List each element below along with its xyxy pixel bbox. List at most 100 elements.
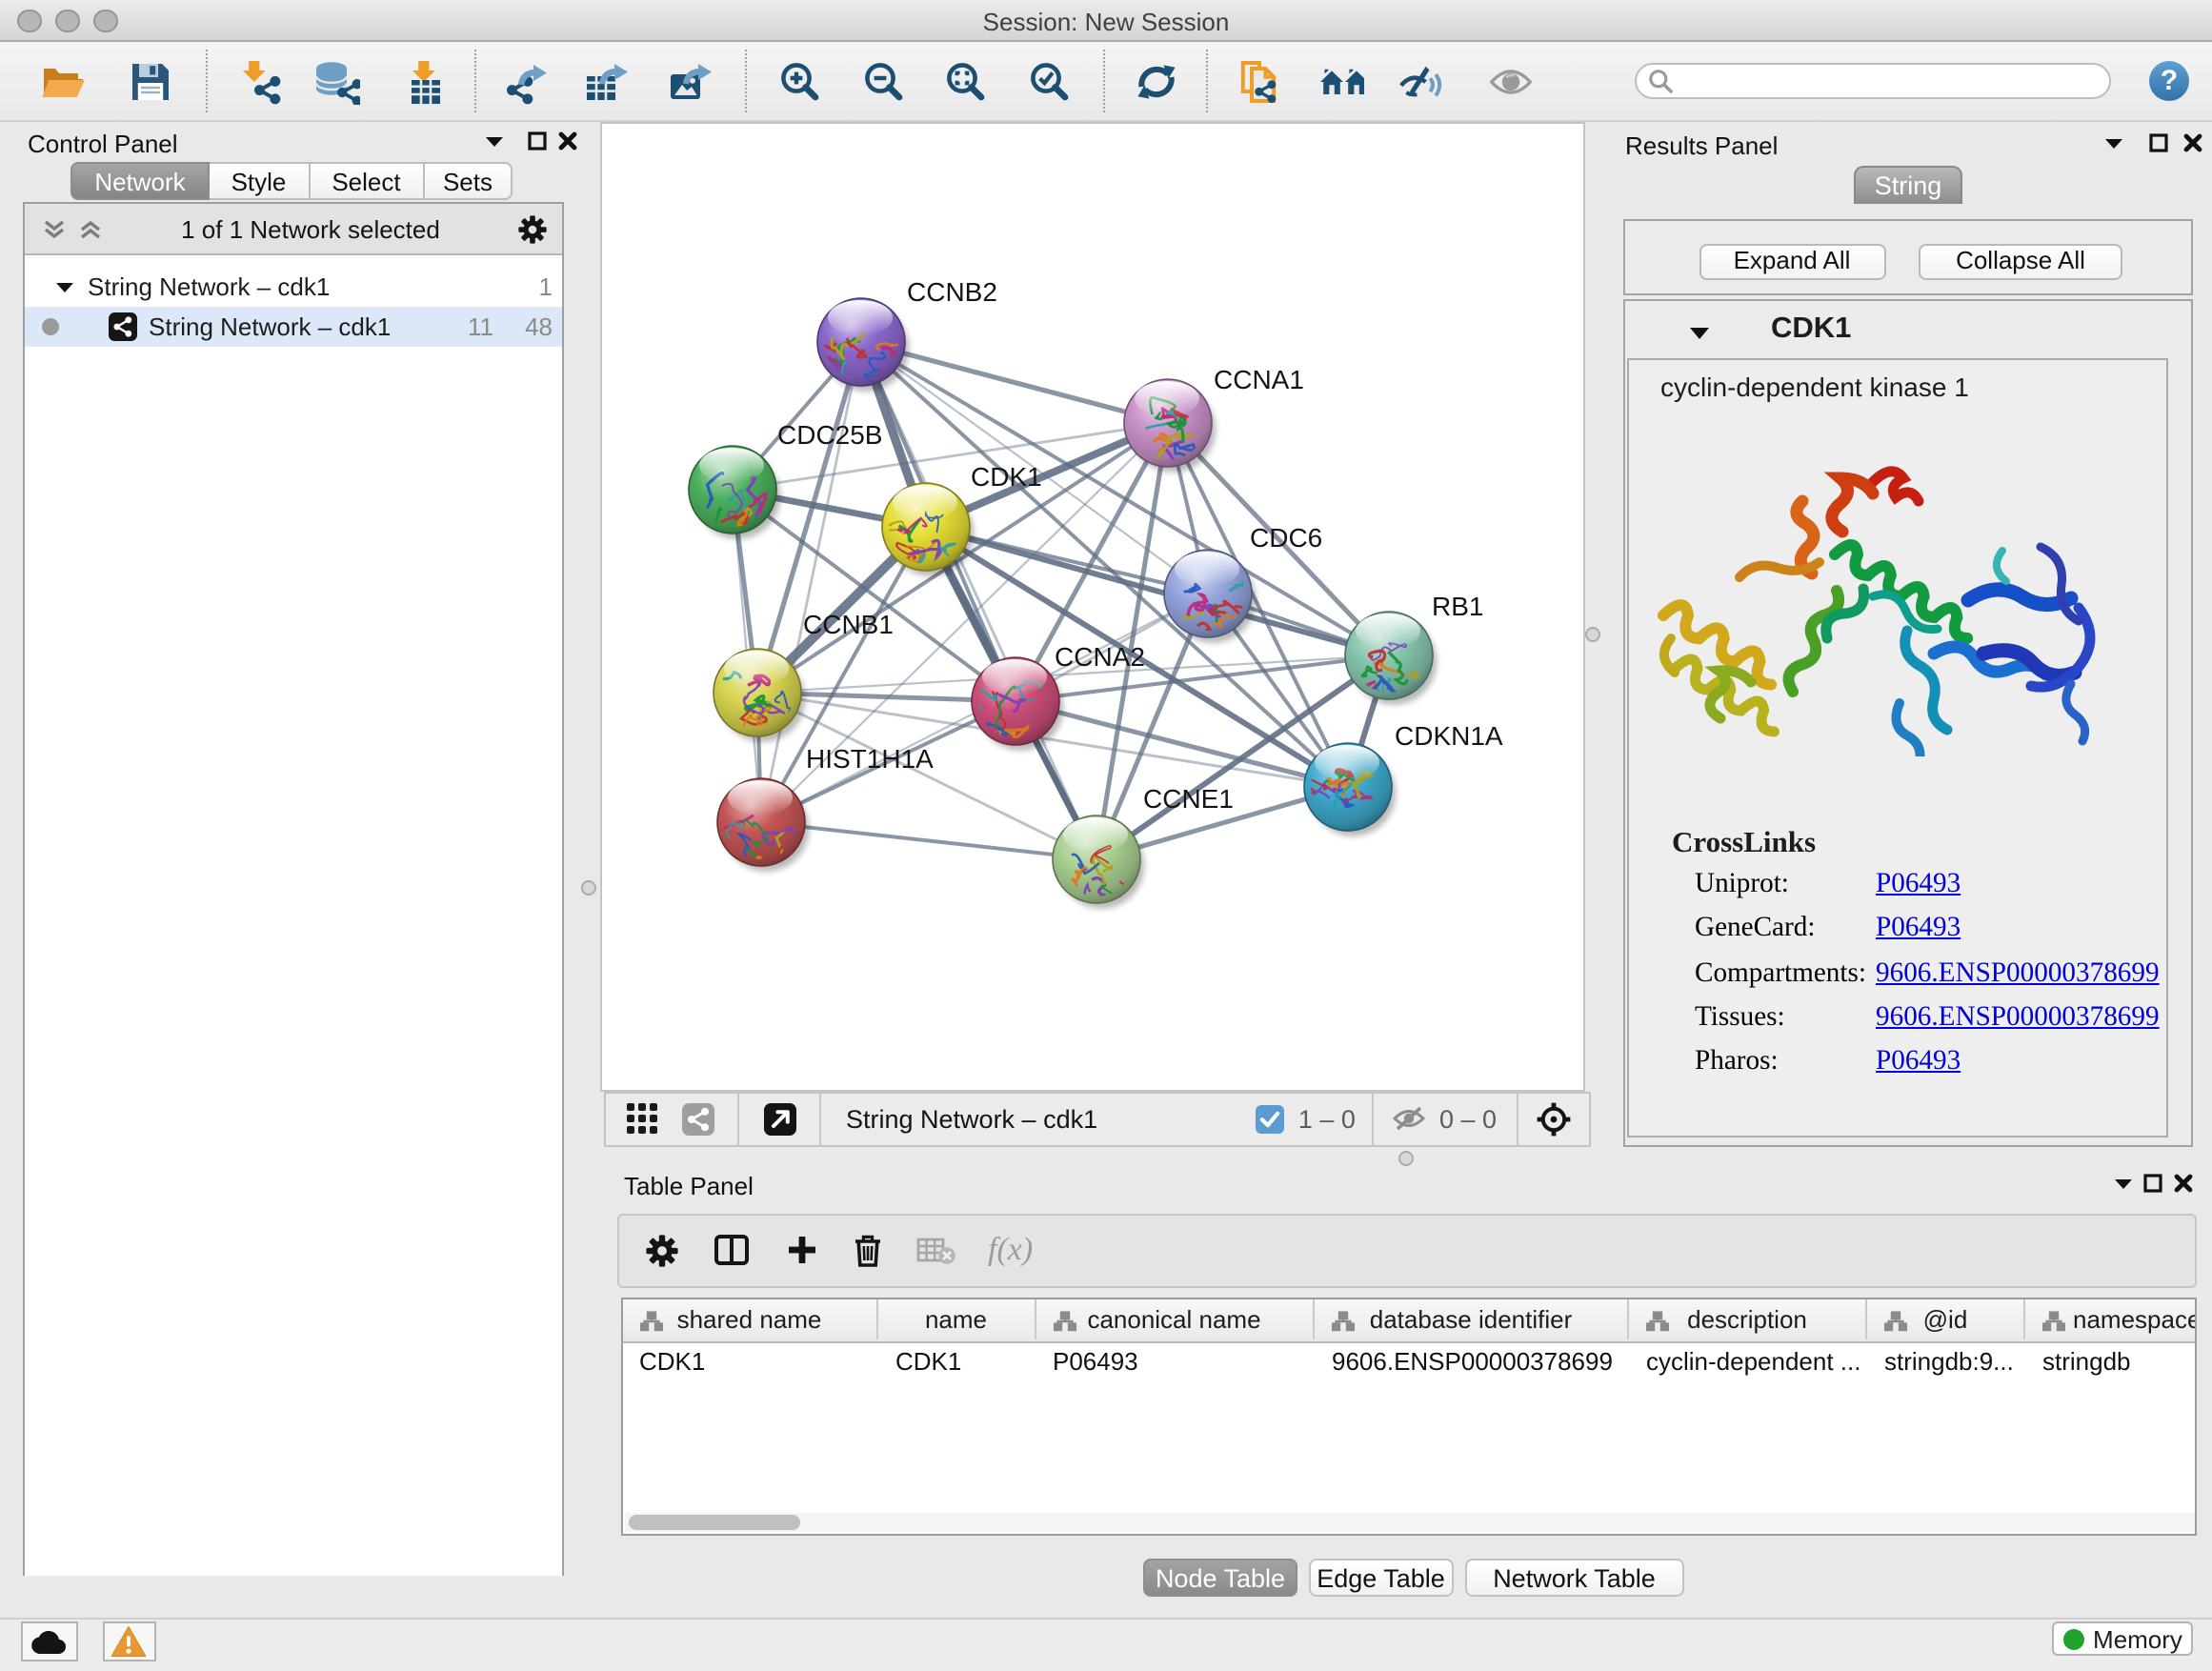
network-options-gear-icon[interactable] <box>518 214 547 243</box>
collection-expander-icon[interactable] <box>55 279 74 294</box>
column-header-description[interactable]: description <box>1629 1299 1867 1339</box>
column-header-name[interactable]: name <box>878 1299 1036 1339</box>
show-graphics-icon[interactable] <box>1488 59 1534 105</box>
crosslink-link[interactable]: 9606.ENSP00000378699 <box>1876 1002 2160 1035</box>
node-CDKN1A[interactable] <box>1297 743 1396 836</box>
fit-selected-icon[interactable] <box>1535 1100 1571 1137</box>
selected-checkbox-icon[interactable] <box>1257 1104 1285 1133</box>
warning-button[interactable] <box>102 1621 156 1661</box>
import-table-file-icon[interactable] <box>401 59 447 105</box>
open-session-icon[interactable] <box>39 59 85 105</box>
edge-CCNA2-CDKN1A[interactable] <box>1016 701 1348 787</box>
zoom-in-icon[interactable] <box>777 59 823 105</box>
expand-all-button[interactable]: Expand All <box>1699 243 1885 279</box>
export-image-icon[interactable] <box>667 59 713 105</box>
cell-name[interactable]: CDK1 <box>878 1340 1036 1380</box>
column-header-database-identifier[interactable]: database identifier <box>1315 1299 1629 1339</box>
cloud-button[interactable] <box>21 1621 77 1661</box>
delete-column-icon[interactable] <box>853 1235 881 1267</box>
birds-eye-view-icon[interactable] <box>627 1103 657 1134</box>
cell-database-identifier[interactable]: 9606.ENSP00000378699 <box>1315 1340 1629 1380</box>
table-settings-gear-icon[interactable] <box>645 1235 677 1267</box>
tab-node-table[interactable]: Node Table <box>1143 1558 1297 1597</box>
tab-sets[interactable]: Sets <box>425 162 513 200</box>
node-CDC25B[interactable] <box>689 446 780 539</box>
refresh-icon[interactable] <box>1133 59 1178 105</box>
tab-style[interactable]: Style <box>210 162 310 200</box>
network-share-icon[interactable] <box>682 1102 714 1135</box>
node-CCNA2[interactable] <box>972 657 1063 758</box>
node-RB1[interactable] <box>1345 612 1437 705</box>
show-columns-icon[interactable] <box>714 1236 748 1266</box>
open-in-window-icon[interactable] <box>764 1102 796 1135</box>
table-horizontal-scrollbar[interactable] <box>624 1512 2196 1532</box>
search-box[interactable] <box>1635 63 2111 99</box>
column-header--id[interactable]: @id <box>1867 1299 2025 1339</box>
node-CCNA1[interactable] <box>1124 379 1216 473</box>
control-panel-float-icon[interactable] <box>528 131 547 150</box>
function-builder-icon[interactable]: f(x) <box>988 1232 1033 1270</box>
table-row[interactable]: CDK1CDK1P064939606.ENSP00000378699cyclin… <box>622 1340 2196 1380</box>
network-view-canvas[interactable]: CCNB2CCNA1CDC25BCDK1CDC6RB1CCNB1CCNA2CDK… <box>600 122 1585 1092</box>
crosslink-link[interactable]: P06493 <box>1876 1046 1961 1078</box>
zoom-fit-icon[interactable] <box>943 59 989 105</box>
import-network-file-icon[interactable] <box>235 59 281 105</box>
home-stringify-icon[interactable] <box>1317 59 1363 105</box>
tab-select[interactable]: Select <box>310 162 425 200</box>
node-CCNB1[interactable] <box>706 649 805 742</box>
import-network-database-icon[interactable] <box>314 59 360 105</box>
tab-network-table[interactable]: Network Table <box>1464 1558 1684 1597</box>
clone-network-icon[interactable] <box>1238 59 1284 105</box>
expand-all-networks-icon[interactable] <box>78 218 103 239</box>
cell-shared-name[interactable]: CDK1 <box>622 1340 878 1380</box>
crosslink-link[interactable]: P06493 <box>1876 914 1961 946</box>
add-column-icon[interactable] <box>786 1236 816 1266</box>
edge-HIST1H1A-CCNE1[interactable] <box>761 822 1096 859</box>
tab-network[interactable]: Network <box>70 162 210 200</box>
column-header-namespace[interactable]: namespace <box>2025 1299 2196 1339</box>
delete-table-icon[interactable] <box>915 1237 955 1265</box>
zoom-out-icon[interactable] <box>861 59 907 105</box>
tab-string[interactable]: String <box>1854 166 1962 204</box>
help-icon[interactable]: ? <box>2149 61 2189 101</box>
zoom-selected-icon[interactable] <box>1027 59 1073 105</box>
cell-canonical-name[interactable]: P06493 <box>1036 1340 1315 1380</box>
hidden-eye-icon[interactable] <box>1392 1105 1428 1132</box>
results-panel-menu-icon[interactable] <box>2103 134 2124 150</box>
results-panel-close-icon[interactable] <box>2183 132 2202 151</box>
cell--id[interactable]: stringdb:9... <box>1867 1340 2025 1380</box>
table-panel-menu-icon[interactable] <box>2112 1176 2133 1191</box>
node-table[interactable]: shared namenamecanonical namedatabase id… <box>620 1298 2196 1536</box>
control-panel-close-icon[interactable] <box>558 131 577 150</box>
network-collection-row[interactable]: String Network – cdk1 1 <box>25 267 562 307</box>
right-splitter-grip[interactable] <box>1584 627 1599 642</box>
tab-edge-table[interactable]: Edge Table <box>1309 1558 1453 1597</box>
memory-button[interactable]: Memory <box>2052 1621 2193 1656</box>
hide-graphics-icon[interactable] <box>1398 59 1444 105</box>
save-session-icon[interactable] <box>127 59 172 105</box>
crosslink-link[interactable]: 9606.ENSP00000378699 <box>1876 957 2160 990</box>
results-panel-float-icon[interactable] <box>2149 132 2168 151</box>
table-panel-float-icon[interactable] <box>2143 1174 2162 1193</box>
network-status-dot-icon <box>42 318 59 335</box>
scrollbar-thumb[interactable] <box>628 1514 799 1529</box>
control-panel-menu-icon[interactable] <box>484 132 505 148</box>
bottom-splitter-grip[interactable] <box>1398 1150 1413 1165</box>
node-CCNE1[interactable] <box>1053 815 1144 918</box>
export-network-icon[interactable] <box>502 59 548 105</box>
collapse-all-networks-icon[interactable] <box>42 218 67 239</box>
cell-description[interactable]: cyclin-dependent ... <box>1629 1340 1867 1380</box>
export-table-icon[interactable] <box>582 59 628 105</box>
crosslink-link[interactable]: P06493 <box>1876 869 1961 901</box>
collapse-all-button[interactable]: Collapse All <box>1919 243 2122 279</box>
node-HIST1H1A[interactable] <box>704 778 809 885</box>
network-graph[interactable]: CCNB2CCNA1CDC25BCDK1CDC6RB1CCNB1CCNA2CDK… <box>602 124 1583 1090</box>
left-splitter-grip[interactable] <box>581 879 596 895</box>
network-row[interactable]: String Network – cdk1 11 48 <box>25 307 562 347</box>
column-header-shared-name[interactable]: shared name <box>622 1299 878 1339</box>
table-panel-close-icon[interactable] <box>2173 1174 2192 1193</box>
search-input[interactable] <box>1680 66 2069 96</box>
entry-expander-icon[interactable] <box>1687 324 1710 341</box>
column-header-canonical-name[interactable]: canonical name <box>1036 1299 1315 1339</box>
cell-namespace[interactable]: stringdb <box>2025 1340 2196 1380</box>
